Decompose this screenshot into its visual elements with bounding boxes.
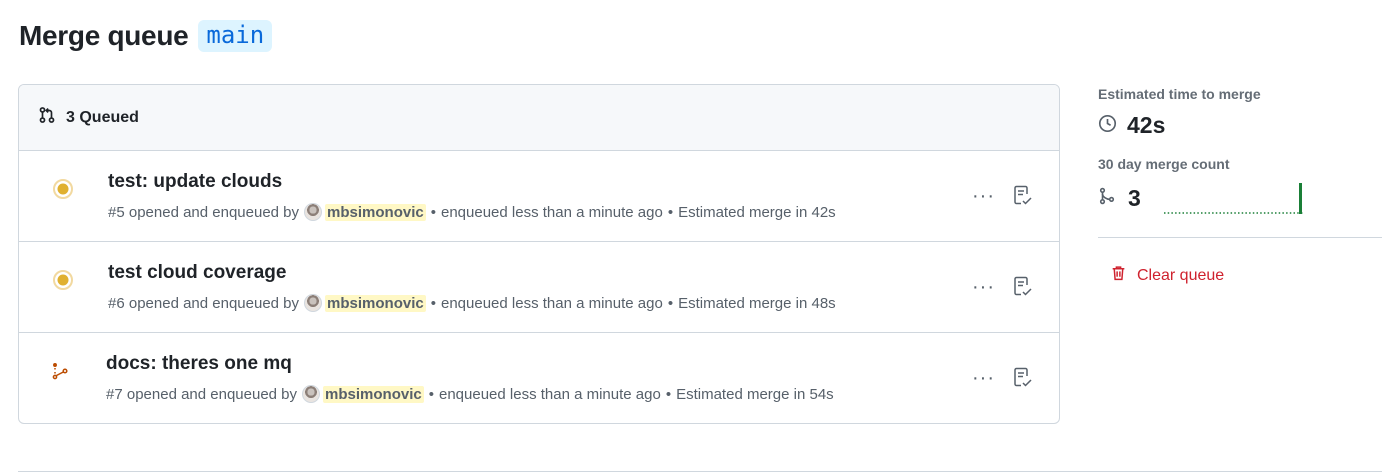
separator: •	[665, 385, 672, 403]
dot-fill-icon	[51, 177, 75, 201]
queue-row: docs: theres one mq #7 opened and enqueu…	[19, 333, 1059, 423]
page-bottom-divider	[18, 471, 1382, 472]
pull-request-number[interactable]: #7	[106, 386, 123, 403]
pull-request-meta: #6 opened and enqueued by mbsimonovic • …	[108, 294, 836, 312]
separator: •	[428, 385, 434, 403]
separator: •	[430, 203, 436, 221]
page-title: Merge queue	[19, 20, 189, 51]
pull-request-meta: #5 opened and enqueued by mbsimonovic • …	[108, 203, 836, 221]
estimated-merge: Estimated merge in 42s	[678, 203, 836, 221]
sparkline-bar	[1298, 183, 1302, 214]
clock-icon	[1098, 114, 1117, 138]
kebab-horizontal-icon[interactable]: ···	[972, 368, 995, 388]
estimate-label: Estimated time to merge	[1098, 86, 1261, 102]
enqueued-time: enqueued less than a minute ago	[440, 203, 663, 221]
separator: •	[667, 294, 674, 312]
branch-tag[interactable]: main	[198, 20, 273, 52]
row-actions: ···	[972, 367, 1033, 389]
queue-panel: 3 Queued test: update clouds #5 opened a…	[18, 84, 1060, 424]
author-link[interactable]: mbsimonovic	[325, 294, 426, 312]
author-link[interactable]: mbsimonovic	[325, 203, 426, 221]
opened-text: opened and enqueued by	[128, 294, 300, 312]
pull-request-number[interactable]: #5	[108, 204, 125, 221]
queue-header: 3 Queued	[19, 85, 1059, 151]
merge-count-sparkline	[1163, 183, 1303, 214]
merge-stats-sidebar: Estimated time to merge 42s 30 day merge…	[1098, 86, 1382, 216]
author-link[interactable]: mbsimonovic	[323, 385, 424, 403]
pull-request-meta: #7 opened and enqueued by mbsimonovic • …	[106, 385, 834, 403]
clear-queue-button[interactable]: Clear queue	[1110, 264, 1224, 287]
estimate-row: 42s	[1098, 112, 1382, 139]
separator: •	[667, 203, 674, 221]
queue-row: test: update clouds #5 opened and enqueu…	[19, 151, 1059, 242]
enqueued-time: enqueued less than a minute ago	[438, 385, 661, 403]
opened-text: opened and enqueued by	[126, 385, 298, 403]
queued-count: 3 Queued	[66, 108, 139, 126]
estimated-merge: Estimated merge in 54s	[676, 385, 834, 403]
checklist-icon[interactable]	[1013, 185, 1033, 207]
separator: •	[430, 294, 436, 312]
estimated-merge: Estimated merge in 48s	[678, 294, 836, 312]
checklist-icon[interactable]	[1013, 276, 1033, 298]
pull-request-number[interactable]: #6	[108, 295, 125, 312]
avatar[interactable]	[304, 294, 323, 312]
queue-row: test cloud coverage #6 opened and enqueu…	[19, 242, 1059, 333]
opened-text: opened and enqueued by	[128, 203, 300, 221]
git-pull-request-icon	[38, 106, 56, 129]
page-header: Merge queue main	[19, 20, 273, 52]
pull-request-title[interactable]: test: update clouds	[108, 171, 282, 193]
kebab-horizontal-icon[interactable]: ···	[972, 186, 995, 206]
sidebar-divider	[1098, 237, 1382, 238]
clear-queue-label: Clear queue	[1137, 266, 1225, 284]
git-merge-queue-icon	[48, 359, 72, 383]
pull-request-title[interactable]: test cloud coverage	[108, 262, 286, 284]
merge-count-value: 3	[1128, 184, 1141, 211]
trash-icon	[1110, 264, 1127, 287]
row-actions: ···	[972, 185, 1033, 207]
kebab-horizontal-icon[interactable]: ···	[972, 277, 995, 297]
avatar[interactable]	[304, 203, 323, 221]
pull-request-title[interactable]: docs: theres one mq	[106, 353, 292, 375]
git-merge-icon	[1098, 187, 1116, 210]
merge-count-label: 30 day merge count	[1098, 156, 1230, 172]
enqueued-time: enqueued less than a minute ago	[440, 294, 663, 312]
checklist-icon[interactable]	[1013, 367, 1033, 389]
avatar[interactable]	[302, 385, 321, 403]
row-actions: ···	[972, 276, 1033, 298]
estimate-value: 42s	[1127, 112, 1166, 138]
merge-count-row: 3	[1098, 180, 1382, 216]
dot-fill-icon	[51, 268, 75, 292]
